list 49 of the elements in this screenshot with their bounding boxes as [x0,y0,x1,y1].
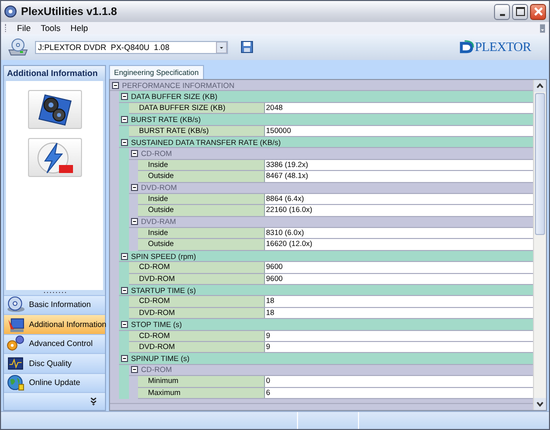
scroll-up-icon[interactable] [534,80,546,92]
settings-tile-button[interactable] [28,90,82,129]
chart-icon [6,354,26,372]
collapse-icon[interactable] [131,150,138,158]
menu-item[interactable]: Help [70,23,88,33]
collapse-icon[interactable] [121,93,128,100]
app-icon [4,5,17,18]
collapse-icon[interactable] [121,355,128,362]
floppy-icon [241,41,253,53]
collapse-icon[interactable] [121,320,128,328]
dropdown-arrow-icon [216,42,227,52]
nav-item[interactable]: Online Update [4,372,105,392]
sidebar-header: Additional Information [4,66,105,81]
minimize-button[interactable] [494,4,510,20]
scrollbar[interactable] [533,80,546,410]
menu-item[interactable]: Tools [40,23,61,33]
nav-item[interactable]: Additional Information [4,314,105,334]
menu-item[interactable]: File [17,23,31,33]
globe-icon [6,374,26,392]
splitter-grip-icon[interactable] [42,290,66,294]
collapse-icon[interactable] [121,138,128,146]
maximize-button[interactable] [512,4,528,20]
collapse-icon[interactable] [112,82,119,89]
save-button[interactable] [240,40,254,54]
scroll-down-icon[interactable] [534,398,546,410]
lightning-tile-button[interactable] [28,138,82,177]
close-icon [534,7,542,16]
collapse-icon[interactable] [121,286,128,294]
collapse-icon[interactable] [131,218,138,226]
nav-item[interactable]: Advanced Control [4,334,105,353]
logo-text: PLEXTOR [474,39,531,55]
lightning-icon [34,140,74,174]
minimize-icon [500,14,504,16]
logo-icon [458,40,474,54]
collapse-icon[interactable] [121,252,128,260]
collapse-icon[interactable] [121,116,128,123]
maximize-icon [516,7,524,16]
chevron-icon[interactable] [90,397,97,406]
drive-dropdown[interactable]: J:PLEXTOR DVDR PX-Q840U 1.08 [35,40,228,54]
window-title: PlexUtilities v1.1.8 [21,6,117,18]
nav-item[interactable]: Disc Quality [4,353,105,372]
drive-icon [7,38,29,56]
scroll-thumb[interactable] [535,93,545,235]
collapse-icon[interactable] [131,184,138,192]
dropdown-icon[interactable] [540,24,545,32]
collapse-icon[interactable] [131,366,138,374]
monitor-icon [6,316,26,333]
nav-item[interactable]: Basic Information [4,294,105,314]
close-button[interactable] [530,4,546,20]
